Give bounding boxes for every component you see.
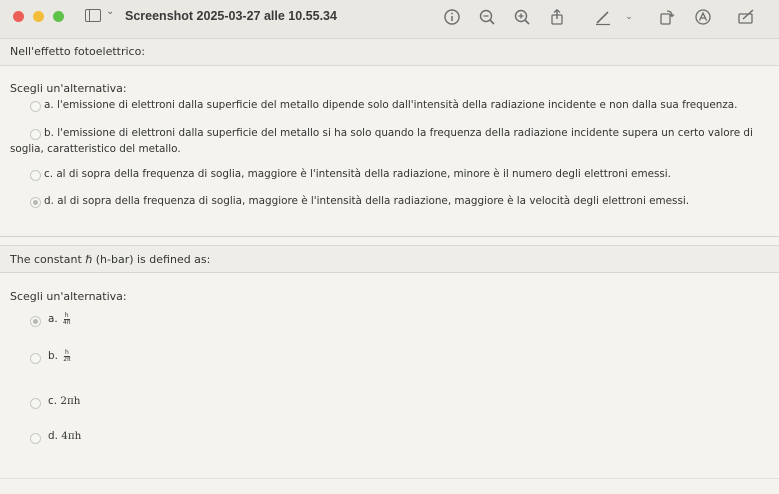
question-1-option-a[interactable]: a. l'emissione di elettroni dalla superf… — [44, 98, 737, 112]
info-icon[interactable] — [442, 7, 462, 27]
share-icon[interactable] — [547, 7, 567, 27]
sidebar-toggle-icon[interactable] — [85, 9, 101, 22]
question-1-option-b[interactable]: b. l'emissione di elettroni dalla superf… — [44, 126, 753, 140]
markup-chevron-down-icon[interactable]: ⌄ — [619, 7, 639, 27]
fraction-h-over-2pi: h 2π — [63, 348, 71, 363]
question-2-option-a-radio[interactable] — [30, 316, 41, 327]
question-2-option-c-prefix: c. — [48, 395, 58, 407]
rotate-icon[interactable] — [657, 7, 677, 27]
question-2-option-b-prefix: b. — [48, 350, 58, 362]
question-1-option-d-radio[interactable] — [30, 197, 41, 208]
annotate-icon[interactable] — [736, 7, 756, 27]
minimize-window-button[interactable] — [33, 11, 44, 22]
question-2-option-d-radio[interactable] — [30, 433, 41, 444]
question-2-option-b[interactable]: b. h 2π — [48, 349, 71, 363]
zoom-out-icon[interactable] — [477, 7, 497, 27]
question-2-title: The constant ℏ (h-bar) is defined as: — [10, 253, 211, 266]
question-1-option-c[interactable]: c. al di sopra della frequenza di soglia… — [44, 167, 671, 181]
question-1-option-d[interactable]: d. al di sopra della frequenza di soglia… — [44, 194, 689, 208]
question-2-option-d-prefix: d. — [48, 430, 58, 442]
window-title: Screenshot 2025-03-27 alle 10.55.34 — [125, 9, 337, 23]
question-2-option-a-prefix: a. — [48, 313, 58, 325]
question-2-option-c-radio[interactable] — [30, 398, 41, 409]
question-1-option-a-radio[interactable] — [30, 101, 41, 112]
question-2-choose-label: Scegli un'alternativa: — [10, 290, 127, 303]
question-separator — [0, 236, 779, 237]
highlight-icon[interactable] — [693, 7, 713, 27]
window-titlebar: ⌄ Screenshot 2025-03-27 alle 10.55.34 ⌄ — [0, 0, 779, 39]
bottom-bar — [0, 478, 779, 494]
question-1-option-b-continued[interactable]: soglia, caratteristico del metallo. — [10, 142, 181, 156]
fraction-h-over-4pi: h 4π — [62, 311, 71, 326]
question-2-option-c[interactable]: c. 2πh — [48, 394, 80, 408]
question-2-option-d-text: 4πh — [61, 430, 82, 442]
maximize-window-button[interactable] — [53, 11, 64, 22]
question-1-title: Nell'effetto fotoelettrico: — [10, 45, 146, 58]
chevron-down-icon[interactable]: ⌄ — [106, 6, 114, 17]
question-1-option-b-radio[interactable] — [30, 129, 41, 140]
question-2-option-d[interactable]: d. 4πh — [48, 429, 81, 443]
question-1-option-c-radio[interactable] — [30, 170, 41, 181]
question-2-option-c-text: 2πh — [60, 395, 81, 407]
question-1-choose-label: Scegli un'alternativa: — [10, 82, 127, 95]
close-window-button[interactable] — [13, 11, 24, 22]
question-2-option-a[interactable]: a. h 4π — [48, 312, 70, 326]
question-2-option-b-radio[interactable] — [30, 353, 41, 364]
zoom-in-icon[interactable] — [512, 7, 532, 27]
markup-pen-icon[interactable] — [593, 7, 613, 27]
